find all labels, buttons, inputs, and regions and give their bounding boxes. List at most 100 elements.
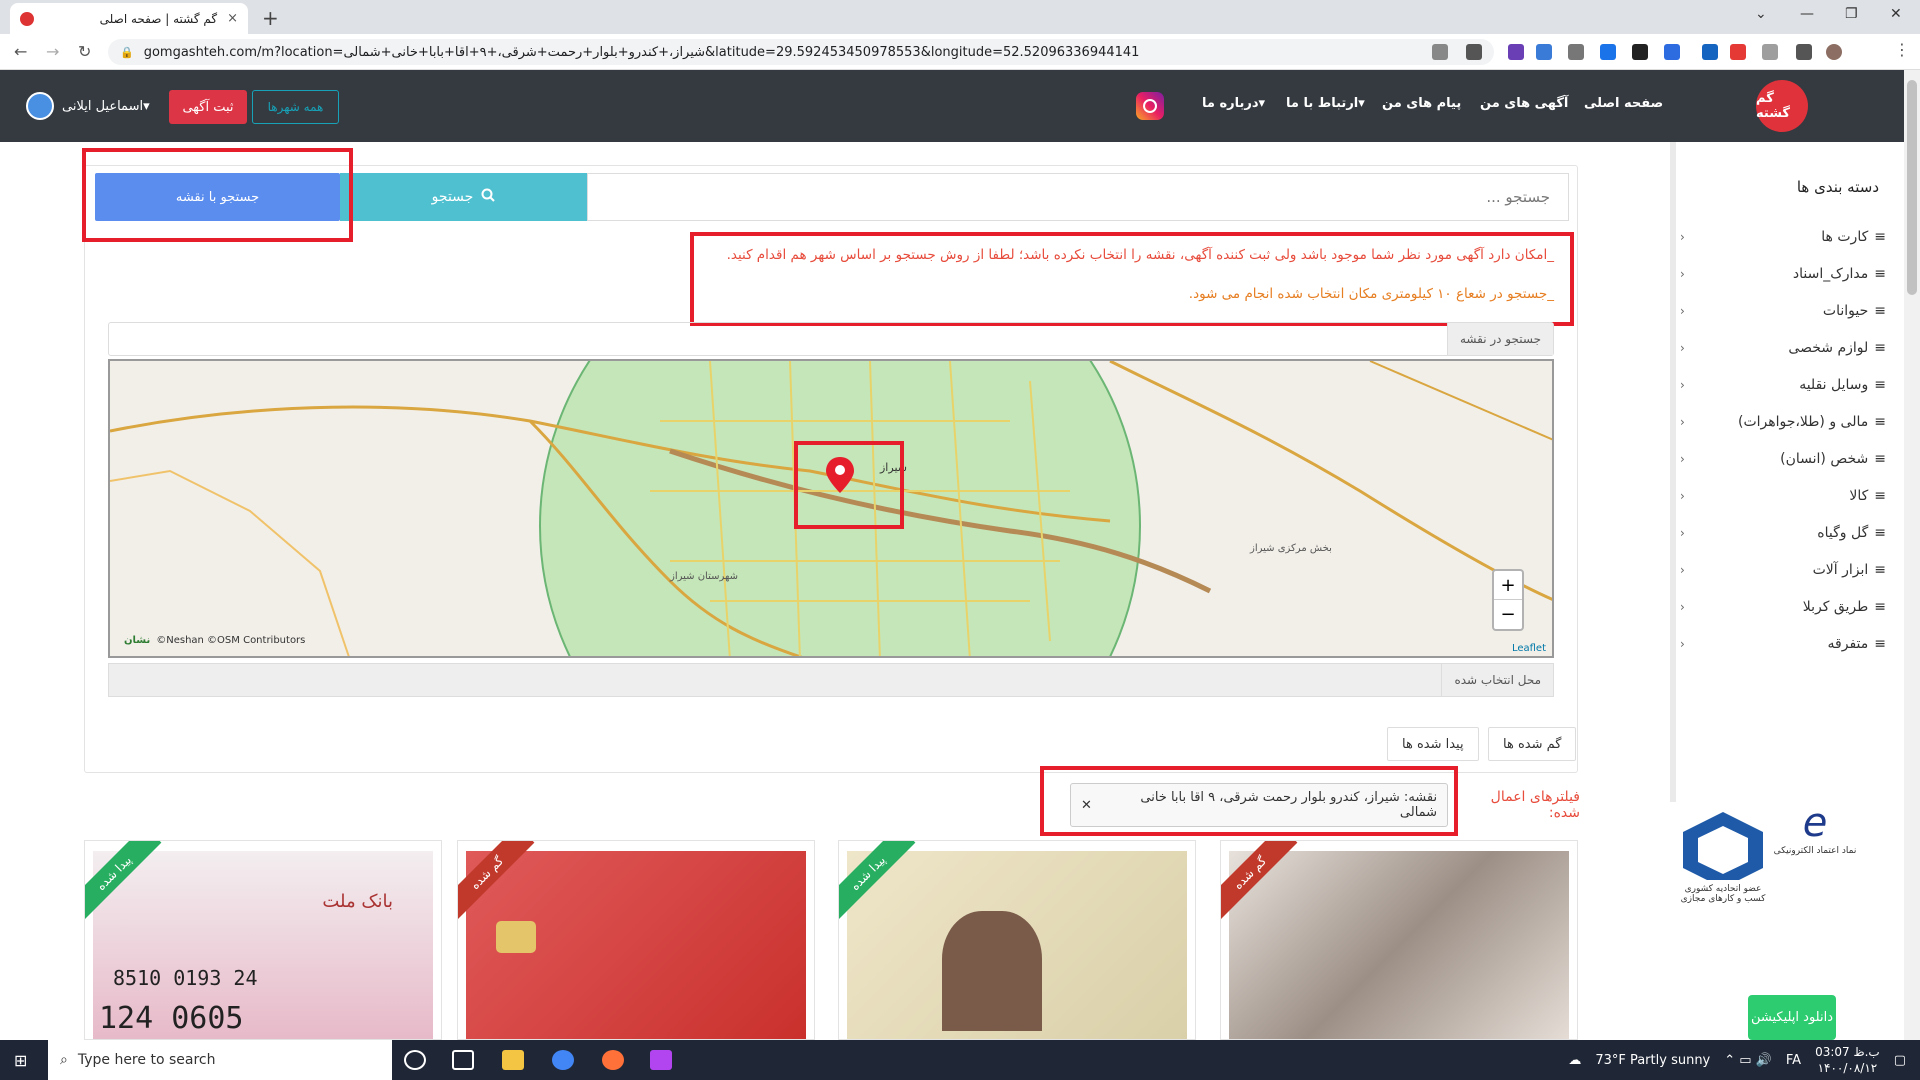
highlight-box <box>1040 766 1458 836</box>
extension-icon[interactable] <box>1664 44 1680 60</box>
extension-icon[interactable] <box>1730 44 1746 60</box>
listing-card[interactable]: گم شده <box>1220 840 1578 1040</box>
extension-icon[interactable] <box>1762 44 1778 60</box>
extension-icon[interactable] <box>1600 44 1616 60</box>
sidebar-category-item[interactable]: ≡ مالی و (طلا،جواهرات) ‹ <box>1680 407 1886 437</box>
tab-title: گم گشته | صفحه اصلی <box>99 11 218 26</box>
tab-search-icon[interactable]: ⌄ <box>1755 6 1767 22</box>
list-icon: ≡ <box>1874 451 1886 467</box>
scrollbar-thumb[interactable] <box>1907 80 1917 295</box>
omnibox[interactable]: 🔒 gomgashteh.com/m?location=شیراز،+کندرو… <box>108 39 1494 65</box>
tray-icons[interactable]: ⌃ ▭ 🔊 <box>1724 1053 1772 1068</box>
search-input[interactable]: جستجو ... <box>587 173 1569 221</box>
card-number-line1: 8510 0193 24 <box>113 966 258 990</box>
tab-close-icon[interactable]: × <box>227 11 238 26</box>
sidebar-category-item[interactable]: ≡ کارت ها ‹ <box>1680 222 1886 252</box>
union-badge[interactable]: عضو اتحادیه کشوری کسب و کارهای مجازی <box>1678 810 1768 910</box>
install-icon[interactable] <box>1432 44 1448 60</box>
new-tab-button[interactable]: + <box>262 6 279 30</box>
clock-date: ۱۴۰۰/۰۸/۱۲ <box>1817 1061 1878 1075</box>
sidebar-category-item[interactable]: ≡ لوازم شخصی ‹ <box>1680 333 1886 363</box>
category-label: کالا <box>1849 488 1869 504</box>
extension-icon[interactable] <box>1508 44 1524 60</box>
nav-contact[interactable]: ارتباط با ما▾ <box>1286 96 1365 111</box>
sidebar-category-item[interactable]: ≡ طریق کربلا ‹ <box>1680 592 1886 622</box>
instagram-icon[interactable] <box>1136 92 1164 120</box>
clock[interactable]: ب.ظ 03:07 ۱۴۰۰/۰۸/۱۲ <box>1815 1044 1880 1076</box>
file-explorer-icon[interactable] <box>502 1050 524 1070</box>
selected-location-field: محل انتخاب شده <box>108 663 1554 697</box>
sidebar-category-item[interactable]: ≡ متفرقه ‹ <box>1680 629 1886 659</box>
highlight-box <box>690 232 1574 326</box>
highlight-box <box>794 441 904 529</box>
sidebar-category-item[interactable]: ≡ شخص (انسان) ‹ <box>1680 444 1886 474</box>
listing-card[interactable]: گم شده <box>457 840 815 1040</box>
task-view-icon[interactable] <box>452 1050 474 1070</box>
nav-home[interactable]: صفحه اصلی <box>1584 96 1663 111</box>
all-cities-button[interactable]: همه شهرها <box>252 90 339 124</box>
bookmark-star-icon[interactable] <box>1466 44 1482 60</box>
leaflet-link[interactable]: Leaflet <box>1512 643 1546 654</box>
extension-icon[interactable] <box>1632 44 1648 60</box>
listing-image-id-card <box>847 851 1187 1039</box>
extension-icon[interactable] <box>1702 44 1718 60</box>
camera-icon[interactable] <box>1568 44 1584 60</box>
menu-kebab-icon[interactable]: ⋮ <box>1894 40 1910 59</box>
map-view[interactable]: شیراز بخش مرکزی شیراز شهرستان شیراز + − … <box>108 359 1554 658</box>
highlight-box <box>82 148 353 242</box>
post-ad-button[interactable]: ثبت آگهی <box>169 90 247 124</box>
minimize-icon[interactable]: — <box>1800 6 1814 22</box>
clock-time: ب.ظ 03:07 <box>1815 1045 1880 1059</box>
download-app-button[interactable]: دانلود اپلیکیشن <box>1748 995 1836 1040</box>
language-indicator[interactable]: FA <box>1786 1053 1801 1068</box>
firefox-icon[interactable] <box>602 1050 624 1070</box>
restore-icon[interactable]: ❐ <box>1845 6 1858 22</box>
reload-icon[interactable]: ↻ <box>78 42 91 61</box>
chevron-icon: ‹ <box>1680 378 1685 392</box>
user-menu[interactable]: اسماعیل ایلانی▾ <box>26 92 150 120</box>
zoom-control: + − <box>1492 569 1524 631</box>
cortana-icon[interactable] <box>404 1050 426 1070</box>
lost-toggle-button[interactable]: گم شده ها <box>1488 727 1577 761</box>
enamad-badge[interactable]: e نماد اعتماد الکترونیکی <box>1770 800 1860 910</box>
forward-icon[interactable]: → <box>46 42 59 61</box>
puzzle-icon[interactable] <box>1796 44 1812 60</box>
nav-about[interactable]: درباره ما▾ <box>1202 96 1265 111</box>
close-window-icon[interactable]: ✕ <box>1890 6 1902 22</box>
found-toggle-button[interactable]: پیدا شده ها <box>1387 727 1479 761</box>
site-logo[interactable]: گم گشته <box>1756 80 1808 132</box>
browser-tab[interactable]: گم گشته | صفحه اصلی × <box>10 3 248 34</box>
weather-text[interactable]: 73°F Partly sunny <box>1595 1053 1710 1068</box>
list-icon: ≡ <box>1874 266 1886 282</box>
sidebar-category-item[interactable]: ≡ کالا ‹ <box>1680 481 1886 511</box>
category-label: مدارک_اسناد <box>1792 266 1869 282</box>
extension-icon[interactable] <box>1536 44 1552 60</box>
taskbar-search[interactable]: ⌕ Type here to search <box>48 1040 392 1080</box>
list-icon: ≡ <box>1874 414 1886 430</box>
zoom-in-button[interactable]: + <box>1494 571 1522 600</box>
windows-start-icon[interactable]: ⊞ <box>14 1051 27 1070</box>
phpstorm-icon[interactable] <box>650 1050 672 1070</box>
map-search-field[interactable]: جستجو در نقشه <box>108 322 1554 356</box>
search-label: جستجو <box>431 189 474 205</box>
notification-icon[interactable]: ▢ <box>1894 1053 1906 1068</box>
listing-card[interactable]: بانک ملت 8510 0193 24 124 0605 پیدا شده <box>84 840 442 1040</box>
chrome-icon[interactable] <box>552 1050 574 1070</box>
search-button[interactable]: جستجو <box>340 173 587 221</box>
profile-avatar[interactable] <box>1826 44 1842 60</box>
listing-card[interactable]: پیدا شده <box>838 840 1196 1040</box>
zoom-out-button[interactable]: − <box>1494 600 1522 629</box>
sidebar-category-item[interactable]: ≡ وسایل نقلیه ‹ <box>1680 370 1886 400</box>
weather-icon: ☁ <box>1568 1052 1582 1068</box>
sidebar-category-item[interactable]: ≡ گل وگیاه ‹ <box>1680 518 1886 548</box>
nav-my-ads[interactable]: آگهی های من <box>1480 96 1568 111</box>
sidebar-category-item[interactable]: ≡ ابزار آلات ‹ <box>1680 555 1886 585</box>
sidebar-title: دسته بندی ها <box>1796 178 1879 196</box>
back-icon[interactable]: ← <box>14 42 27 61</box>
taskbar-search-icon: ⌕ <box>60 1052 68 1068</box>
search-icon <box>481 188 496 206</box>
sidebar-category-item[interactable]: ≡ حیوانات ‹ <box>1680 296 1886 326</box>
category-label: وسایل نقلیه <box>1799 377 1869 393</box>
sidebar-category-item[interactable]: ≡ مدارک_اسناد ‹ <box>1680 259 1886 289</box>
nav-my-messages[interactable]: پیام های من <box>1382 96 1461 111</box>
